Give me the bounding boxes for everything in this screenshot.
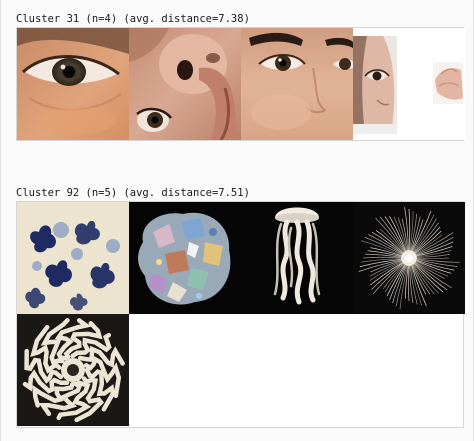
iridescent-crystal-rock-image[interactable] <box>129 202 241 314</box>
face-eyes-closeup-photo[interactable] <box>241 28 353 140</box>
sleeping-face-with-hand-photo[interactable] <box>353 28 465 140</box>
cluster-31-image-grid <box>16 27 465 141</box>
jellyfish-image[interactable] <box>241 202 353 314</box>
nose-mouth-closeup-photo[interactable] <box>129 28 241 140</box>
cluster-92-image-grid <box>16 201 465 428</box>
blue-ink-blots-image[interactable] <box>17 202 129 314</box>
cluster-results-page: Cluster 31 (n=4) (avg. distance=7.38) Cl… <box>0 0 474 441</box>
radial-fiber-burst-image[interactable] <box>353 202 465 314</box>
cluster-92-header: Cluster 92 (n=5) (avg. distance=7.51) <box>16 187 250 199</box>
eye-closeup-photo[interactable] <box>17 28 129 140</box>
cluster-31-header: Cluster 31 (n=4) (avg. distance=7.38) <box>16 13 250 25</box>
spiral-coral-pattern-image[interactable] <box>17 314 129 426</box>
